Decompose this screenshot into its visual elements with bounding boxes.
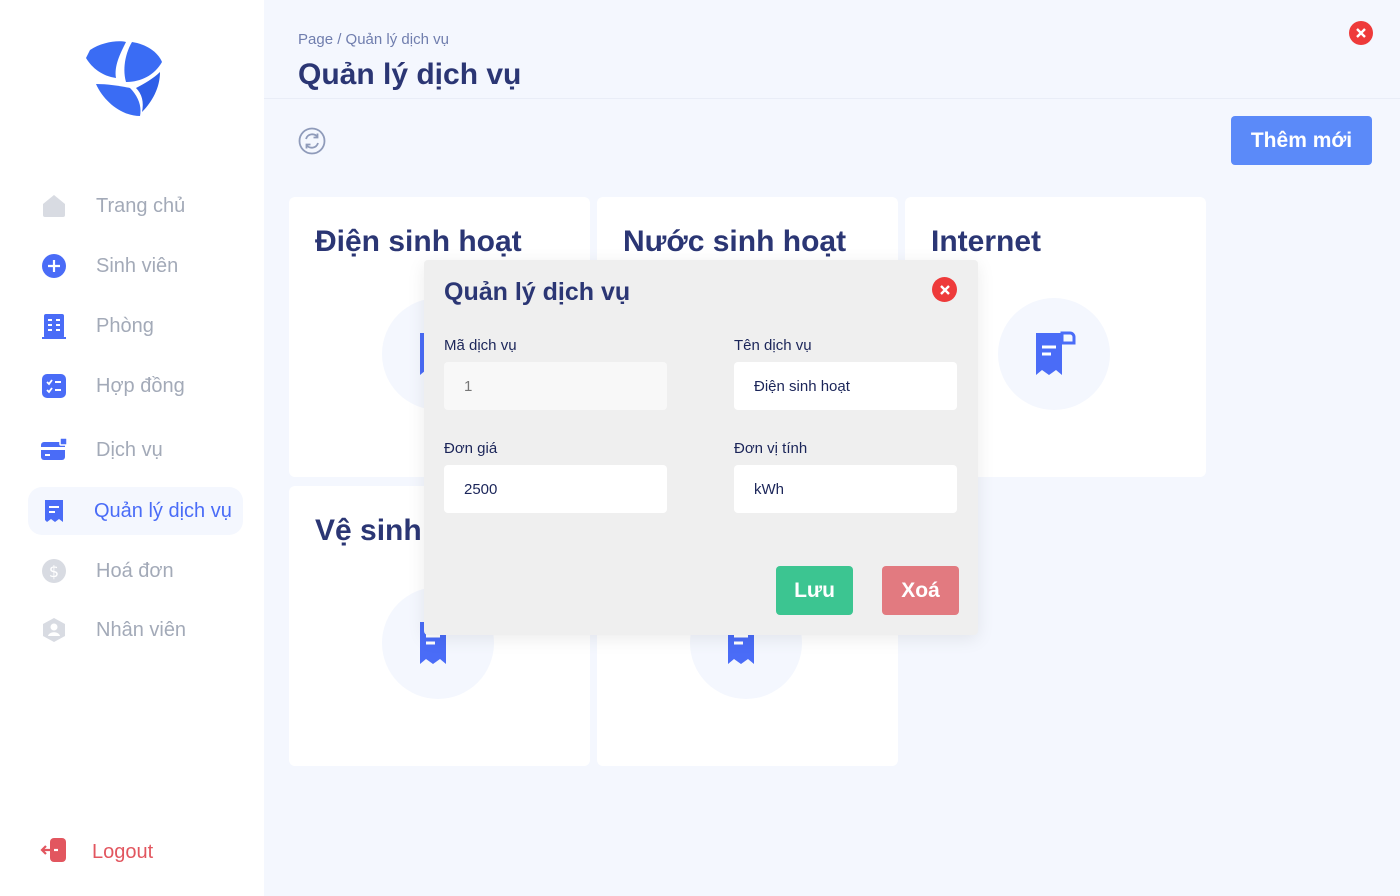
unit-label: Đơn vị tính (734, 440, 808, 457)
checklist-icon (40, 372, 68, 400)
service-name-field[interactable] (734, 362, 957, 410)
close-icon (1356, 28, 1366, 38)
unit-price-field[interactable] (444, 465, 667, 513)
delete-button[interactable]: Xoá (882, 566, 959, 615)
sidebar-item-label: Nhân viên (96, 618, 187, 641)
refresh-button[interactable] (298, 127, 326, 155)
header-divider (264, 98, 1400, 99)
logout-label: Logout (92, 841, 154, 863)
service-name-label: Tên dịch vụ (734, 337, 812, 354)
page-title: Quản lý dịch vụ (298, 58, 522, 91)
user-shield-icon (40, 616, 68, 644)
building-icon (40, 312, 68, 340)
sidebar-item-label: Dịch vụ (96, 438, 163, 461)
close-icon (939, 284, 950, 295)
plus-circle-icon (40, 252, 68, 280)
logout-button[interactable]: Logout (40, 836, 153, 869)
unit-field[interactable] (734, 465, 957, 513)
sidebar-item-label: Trang chủ (96, 194, 186, 217)
app-logo[interactable] (80, 36, 164, 118)
save-button[interactable]: Lưu (776, 566, 853, 615)
sidebar-item-label: Phòng (96, 314, 154, 337)
sidebar-item-label: Hợp đồng (96, 374, 185, 397)
modal-title: Quản lý dịch vụ (444, 278, 631, 306)
service-card-title: Điện sinh hoạt (315, 225, 522, 258)
sidebar-item-home[interactable]: Trang chủ (28, 182, 243, 230)
refresh-icon (298, 127, 326, 155)
sidebar-item-rooms[interactable]: Phòng (28, 302, 243, 350)
home-icon (40, 192, 68, 220)
receipt-icon (40, 497, 68, 525)
service-edit-modal: Quản lý dịch vụ Mã dịch vụ Tên dịch vụ Đ… (424, 260, 978, 635)
service-card-title: Nước sinh hoạt (623, 225, 847, 258)
sidebar-item-services[interactable]: Dịch vụ (28, 426, 243, 474)
unit-price-label: Đơn giá (444, 440, 498, 457)
sidebar-item-label: Hoá đơn (96, 559, 174, 582)
service-card-title: Vệ sinh (315, 514, 422, 547)
sidebar-item-students[interactable]: Sinh viên (28, 242, 243, 290)
sidebar-item-label: Sinh viên (96, 254, 179, 277)
card-icon (40, 436, 68, 464)
window-close-button[interactable] (1349, 21, 1373, 45)
logout-icon (40, 836, 68, 869)
sidebar-item-staff[interactable]: Nhân viên (28, 606, 243, 654)
sidebar-item-invoices[interactable]: $ Hoá đơn (28, 547, 243, 595)
modal-close-button[interactable] (932, 277, 957, 302)
sidebar-item-service-management[interactable]: Quản lý dịch vụ (28, 487, 243, 535)
sidebar-item-contracts[interactable]: Hợp đồng (28, 362, 243, 410)
dollar-icon: $ (40, 557, 68, 585)
service-code-field[interactable] (444, 362, 667, 410)
add-new-button[interactable]: Thêm mới (1231, 116, 1372, 165)
breadcrumb: Page / Quản lý dịch vụ (298, 31, 449, 48)
svg-text:$: $ (49, 562, 59, 581)
service-card-icon-circle (998, 298, 1110, 410)
service-code-label: Mã dịch vụ (444, 337, 517, 354)
sidebar-item-label: Quản lý dịch vụ (94, 499, 232, 522)
sidebar: Trang chủ Sinh viên Phòng Hợp đồng Dịch … (0, 0, 264, 896)
service-card-title: Internet (931, 225, 1042, 258)
receipt-icon (1036, 331, 1076, 375)
